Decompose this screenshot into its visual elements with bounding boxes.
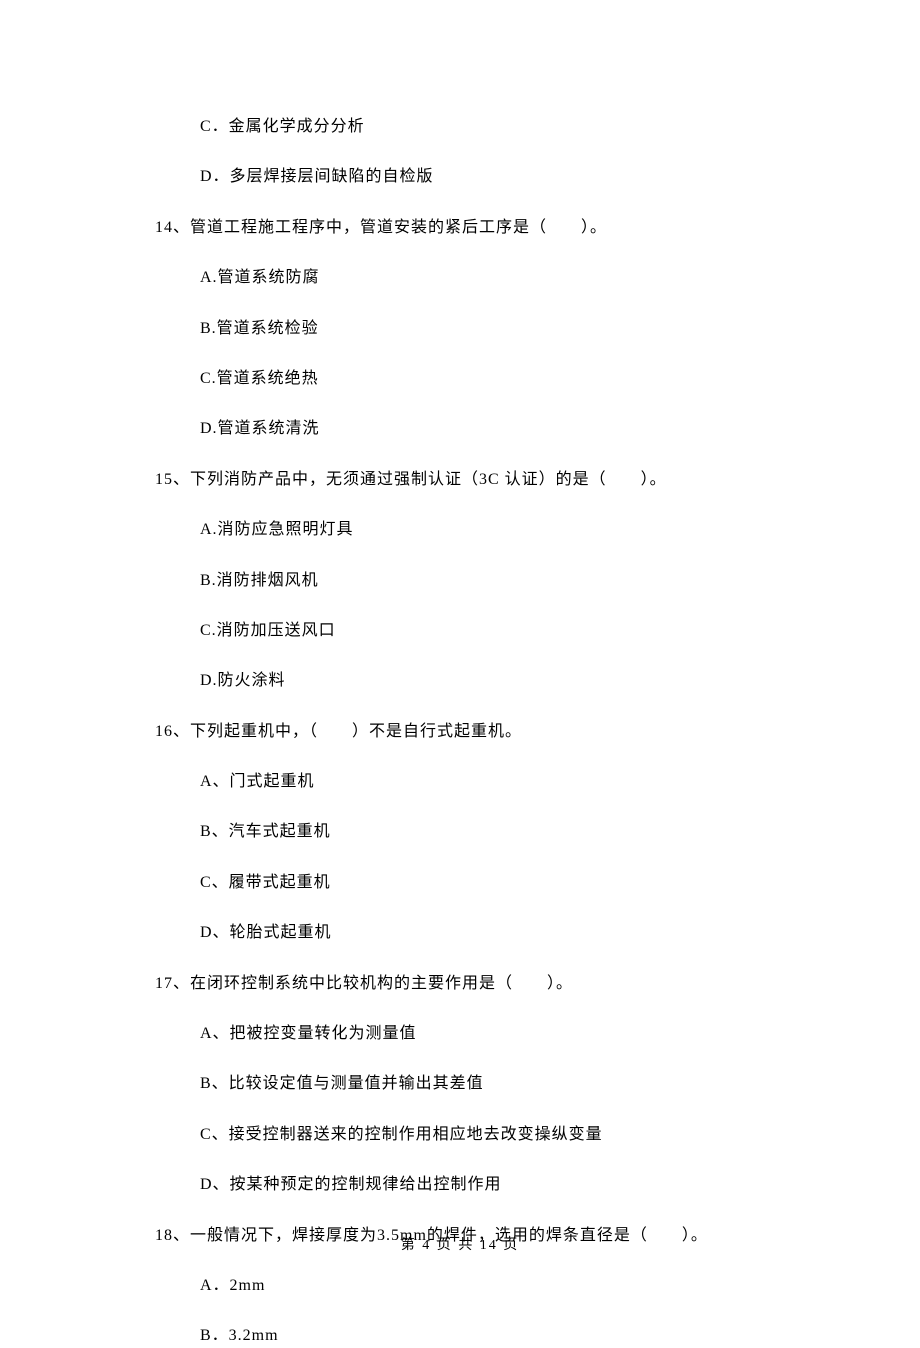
q17-option-c: C、接受控制器送来的控制作用相应地去改变操纵变量 (200, 1124, 820, 1146)
document-content: C．金属化学成分分析 D．多层焊接层间缺陷的自检版 14、管道工程施工程序中，管… (0, 0, 920, 1348)
option-d-orphan: D．多层焊接层间缺陷的自检版 (200, 166, 820, 188)
q16-option-b: B、汽车式起重机 (200, 821, 820, 843)
q14-option-d: D.管道系统清洗 (200, 418, 820, 440)
q16-option-a: A、门式起重机 (200, 771, 820, 793)
question-14: 14、管道工程施工程序中，管道安装的紧后工序是（ ）。 (155, 217, 820, 239)
q16-option-d: D、轮胎式起重机 (200, 922, 820, 944)
q16-option-c: C、履带式起重机 (200, 872, 820, 894)
q15-option-a: A.消防应急照明灯具 (200, 519, 820, 541)
question-15: 15、下列消防产品中，无须通过强制认证（3C 认证）的是（ ）。 (155, 469, 820, 491)
question-17: 17、在闭环控制系统中比较机构的主要作用是（ ）。 (155, 973, 820, 995)
option-c-orphan: C．金属化学成分分析 (200, 116, 820, 138)
q14-option-c: C.管道系统绝热 (200, 368, 820, 390)
q18-option-b: B．3.2mm (200, 1325, 820, 1347)
q18-option-a: A．2mm (200, 1275, 820, 1297)
q17-option-a: A、把被控变量转化为测量值 (200, 1023, 820, 1045)
q14-option-a: A.管道系统防腐 (200, 267, 820, 289)
q17-option-b: B、比较设定值与测量值并输出其差值 (200, 1073, 820, 1095)
q15-option-b: B.消防排烟风机 (200, 570, 820, 592)
q15-option-c: C.消防加压送风口 (200, 620, 820, 642)
q14-option-b: B.管道系统检验 (200, 318, 820, 340)
page-footer: 第 4 页 共 14 页 (0, 1234, 920, 1254)
q17-option-d: D、按某种预定的控制规律给出控制作用 (200, 1174, 820, 1196)
question-16: 16、下列起重机中，（ ）不是自行式起重机。 (155, 721, 820, 743)
q15-option-d: D.防火涂料 (200, 670, 820, 692)
